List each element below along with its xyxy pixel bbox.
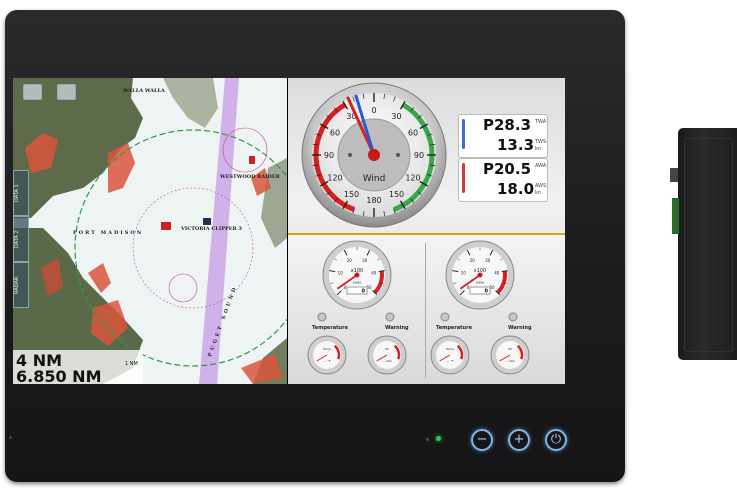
small-gauge: Oil — kPa <box>367 335 407 375</box>
small-gauge: Temp — °F <box>430 335 470 375</box>
chart-pane[interactable]: WALLA WALLA WESTWOOD RAIDER VICTORIA CLI… <box>13 78 287 384</box>
awa-value: P20.5 <box>483 160 532 178</box>
rpm-gauge: 01020 304050x100RPM0 <box>322 240 392 310</box>
black-box-unit <box>670 128 737 360</box>
small-gauge-unit: — kPa <box>505 359 514 363</box>
aws-value: 18.0 <box>497 180 535 198</box>
rpm-tick-label: 30 <box>362 258 368 263</box>
temperature-lamp <box>440 312 450 322</box>
rpm-tick-label: 40 <box>494 270 500 275</box>
rpm-unit: RPM <box>476 281 484 285</box>
display-screen: WALLA WALLA WESTWOOD RAIDER VICTORIA CLI… <box>13 78 565 384</box>
rpm-tick-label: 30 <box>485 258 491 263</box>
rpm-unit: RPM <box>353 281 361 285</box>
distance-readout: 6.850 NM <box>16 367 102 384</box>
power-led <box>436 436 441 441</box>
vessel-marker[interactable] <box>203 218 211 225</box>
awa-label: AWA <box>535 163 547 169</box>
zoom-in-button[interactable]: + <box>508 429 530 451</box>
place-label: VICTORIA CLIPPER 3 <box>181 226 242 232</box>
twa-value: P28.3 <box>483 116 532 134</box>
zoom-out-chart-button[interactable] <box>23 84 42 100</box>
zoom-in-chart-button[interactable] <box>57 84 76 100</box>
warning-label: Warning <box>508 325 532 331</box>
zoom-out-button[interactable]: − <box>471 429 493 451</box>
ground-terminal <box>670 168 678 182</box>
ambient-sensor <box>9 436 12 439</box>
power-button[interactable]: ⏻ <box>545 429 567 451</box>
small-gauge-label: Temp <box>322 347 331 351</box>
wind-gauge-tick-label: 120 <box>327 174 342 183</box>
small-gauge: Oil — kPa <box>490 335 530 375</box>
small-gauge: Temp — °F <box>307 335 347 375</box>
warning-lamp <box>508 312 518 322</box>
wind-gauge-tick-label: 120 <box>405 174 420 183</box>
wind-gauge-tick-label: 180 <box>366 196 381 205</box>
tab-data-2[interactable]: DATA 2 <box>13 216 29 262</box>
apparent-wind-readout[interactable]: P20.5 AWA 18.0 AWS kn <box>458 158 548 202</box>
engine-panel: 0 10 20 30 40 50 x100 RPM 0 Temp — °F Oil — kPa 0 10 20… <box>288 233 565 384</box>
temperature-label: Temperature <box>312 325 348 331</box>
heatsink-fins <box>684 138 733 352</box>
small-gauge-label: Temp <box>445 347 454 351</box>
small-gauge-label: Oil <box>508 347 512 351</box>
nautical-chart-map[interactable] <box>13 78 287 384</box>
connector-block <box>672 198 679 234</box>
wind-gauge-label: Wind <box>363 174 386 184</box>
small-gauge-unit: — °F <box>323 359 330 363</box>
aws-unit: kn <box>535 190 542 196</box>
warning-label: Warning <box>385 325 409 331</box>
place-label: WALLA WALLA <box>123 88 165 94</box>
temperature-lamp <box>317 312 327 322</box>
tws-value: 13.3 <box>497 136 535 154</box>
apparent-wind-thermometer-icon <box>462 163 465 193</box>
rpm-tick-label: 20 <box>470 258 476 263</box>
scale-bar-label: 1 NM <box>125 361 138 367</box>
place-label: PORT MADISON <box>73 230 144 236</box>
rpm-value: 0 <box>362 289 366 295</box>
wind-gauge-tick-label: 60 <box>330 129 340 138</box>
rpm-gauge: 01020 304050x100RPM0 <box>445 240 515 310</box>
rpm-tick-label: 20 <box>347 258 353 263</box>
wind-gauge-tick-label: 90 <box>414 151 424 160</box>
indicator-led <box>426 438 429 441</box>
wind-gauge[interactable]: 0306090120150180150120906030 Wind <box>296 80 456 230</box>
place-label: WESTWOOD RAIDER <box>220 174 280 180</box>
temperature-label: Temperature <box>436 325 472 331</box>
tws-unit: kn <box>535 146 542 152</box>
aws-label: AWS <box>535 183 547 189</box>
vessel-marker[interactable] <box>249 156 255 164</box>
small-gauge-unit: — kPa <box>382 359 391 363</box>
engine-gauges[interactable]: 01020 304050x100RPM0Temp— °FOil— kPa01020… <box>288 235 565 384</box>
small-gauge-unit: — °F <box>446 359 453 363</box>
true-wind-thermometer-icon <box>462 119 465 149</box>
rpm-tick-label: 40 <box>371 270 377 275</box>
wind-gauge-tick-label: 90 <box>324 151 334 160</box>
warning-lamp <box>385 312 395 322</box>
true-wind-readout[interactable]: P28.3 TWA 13.3 TWS kn <box>458 114 548 158</box>
small-gauge-label: Oil <box>385 347 389 351</box>
tws-label: TWS <box>535 139 547 145</box>
rpm-tick-label: 0 <box>467 285 470 290</box>
rpm-value: 0 <box>485 289 489 295</box>
rpm-tick-label: 10 <box>338 270 344 275</box>
wind-gauge-tick-label: 30 <box>391 112 401 121</box>
rpm-tick-label: 0 <box>344 285 347 290</box>
wind-gauge-tick-label: 150 <box>389 190 404 199</box>
wind-gauge-tick-label: 0 <box>371 106 376 115</box>
tab-radar[interactable]: RADAR <box>13 262 29 308</box>
vessel-marker[interactable] <box>161 222 171 230</box>
rpm-tick-label: 10 <box>461 270 467 275</box>
wind-gauge-tick-label: 60 <box>408 129 418 138</box>
wind-gauge-tick-label: 150 <box>344 190 359 199</box>
tab-data-1[interactable]: DATA 1 <box>13 170 29 216</box>
instrument-pane: 0 30 60 90 120 150 180 150 120 90 60 30 Wind P28.3 … <box>288 78 565 384</box>
twa-label: TWA <box>535 119 547 125</box>
